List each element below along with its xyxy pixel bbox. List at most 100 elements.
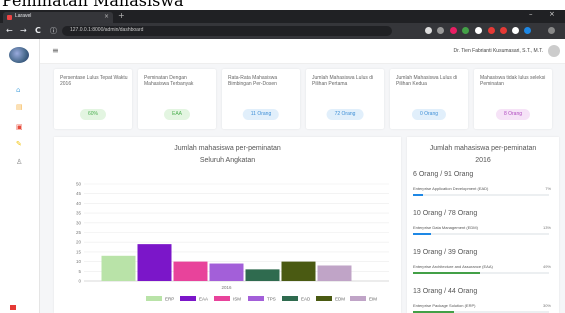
legend-swatch xyxy=(248,296,264,301)
stat-card: Rata-Rata Mahasiswa Bimbingan Per-Dosen 1… xyxy=(222,69,300,129)
stat-card: Persentase Lulus Tepat Waktu 2016 60% xyxy=(54,69,132,129)
profile-icon[interactable] xyxy=(548,27,555,34)
extension-icon[interactable] xyxy=(475,27,482,34)
dashboard-content: Persentase Lulus Tepat Waktu 2016 60% Pemi… xyxy=(40,64,565,313)
stat-value-badge: 8 Orang xyxy=(495,109,531,120)
bar-eaa xyxy=(137,244,172,281)
extension-icon[interactable] xyxy=(524,27,531,34)
user-icon[interactable]: ♙ xyxy=(16,158,22,166)
stat-value-badge: 60% xyxy=(79,109,107,120)
page-caption: Peminatan Mahasiswa xyxy=(0,0,565,10)
y-tick-label: 45 xyxy=(76,191,82,196)
pen-icon[interactable]: ✎ xyxy=(16,140,22,148)
url-text: 127.0.0.1:8000/admin/dashboard xyxy=(70,27,144,33)
stat-card: Peminatan Dengan Mahasiswa Terbanyak EAA xyxy=(138,69,216,129)
progress-count: 6 Orang / 91 Orang xyxy=(413,171,474,178)
book-icon[interactable]: ▣ xyxy=(16,123,23,131)
y-tick-label: 35 xyxy=(76,211,82,216)
extension-icon[interactable] xyxy=(512,27,519,34)
progress-percent: 30% xyxy=(542,303,551,308)
bar-eim xyxy=(317,265,352,281)
progress-bar-fill xyxy=(413,272,480,274)
stat-label: Peminatan Dengan Mahasiswa Terbanyak xyxy=(144,75,194,87)
progress-track xyxy=(413,194,549,196)
tab-title: Laravel xyxy=(15,13,32,19)
bar-ead xyxy=(245,269,280,281)
address-bar: ← → C ⓘ 127.0.0.1:8000/admin/dashboard xyxy=(0,23,565,39)
progress-title-line1: Jumlah mahasiswa per-peminatan xyxy=(429,145,537,152)
laravel-favicon-icon xyxy=(7,15,12,20)
stat-value-badge: 72 Orang xyxy=(326,109,364,120)
legend-label: EDM xyxy=(335,297,345,302)
back-icon[interactable]: ← xyxy=(6,26,13,35)
list-icon[interactable]: ▤ xyxy=(16,103,23,111)
progress-panel: Jumlah mahasiswa per-peminatan 2016 6 Or… xyxy=(407,137,559,313)
url-input[interactable]: 127.0.0.1:8000/admin/dashboard xyxy=(62,26,392,36)
progress-count: 13 Orang / 44 Orang xyxy=(413,288,478,295)
bookmark-star-icon[interactable] xyxy=(437,27,444,34)
progress-track xyxy=(413,233,549,235)
legend-swatch xyxy=(146,296,162,301)
progress-title-line2: 2016 xyxy=(475,157,491,164)
progress-percent: 13% xyxy=(542,225,551,230)
legend-label: TPS xyxy=(267,297,276,302)
stat-label: Jumlah Mahasiswa Lulus di Pilihan Kedua xyxy=(396,75,458,87)
legend-swatch xyxy=(282,296,298,301)
bar-chart: 0 5 10 15 20 25 30 35 40 45 50 2016 ERP EAA ISM TPS EAD E… xyxy=(76,182,389,302)
stat-label: Mahasiswa tidak lulus seleksi Peminatan xyxy=(480,75,546,87)
extension-icon[interactable] xyxy=(450,27,457,34)
stat-label: Persentase Lulus Tepat Waktu 2016 xyxy=(60,75,128,87)
stat-label: Rata-Rata Mahasiswa Bimbingan Per-Dosen xyxy=(228,75,278,87)
y-tick-label: 50 xyxy=(76,182,82,187)
taskbar-app-icon[interactable] xyxy=(10,305,16,310)
extension-icon[interactable] xyxy=(500,27,507,34)
progress-bar-fill xyxy=(413,233,431,235)
extension-icon[interactable] xyxy=(488,27,495,34)
x-tick-label: 2016 xyxy=(221,285,232,290)
y-tick-label: 40 xyxy=(76,201,82,206)
y-tick-label: 15 xyxy=(76,249,82,254)
bar-erp xyxy=(101,255,136,281)
legend-swatch xyxy=(214,296,230,301)
avatar[interactable] xyxy=(548,45,560,57)
stat-value-badge: 11 Orang xyxy=(242,109,280,120)
new-tab-icon[interactable]: + xyxy=(118,11,125,20)
stat-value-badge: EAA xyxy=(163,109,191,120)
legend-label: ISM xyxy=(233,297,241,302)
caption-text: Peminatan Mahasiswa xyxy=(2,0,184,10)
forward-icon[interactable]: → xyxy=(20,26,27,35)
stat-card: Jumlah Mahasiswa Lulus di Pilihan Pertam… xyxy=(306,69,384,129)
progress-label: Enterprise Architecture and Assurance (E… xyxy=(413,264,493,269)
user-name[interactable]: Dr. Tien Fabrianti Kusumasari, S.T., M.T… xyxy=(454,48,543,54)
browser-tab-strip: Laravel × + – × xyxy=(0,10,565,23)
extension-icon[interactable] xyxy=(462,27,469,34)
y-tick-label: 10 xyxy=(76,259,82,264)
y-tick-label: 20 xyxy=(76,240,82,245)
y-tick-label: 0 xyxy=(78,279,81,284)
progress-label: Enterprise Data Management (EDM) xyxy=(413,225,478,230)
translate-icon[interactable] xyxy=(425,27,432,34)
stat-label: Jumlah Mahasiswa Lulus di Pilihan Pertam… xyxy=(312,75,374,87)
site-info-icon[interactable]: ⓘ xyxy=(50,26,57,36)
menu-toggle-icon[interactable]: ≡ xyxy=(52,46,59,55)
progress-count: 10 Orang / 78 Orang xyxy=(413,210,478,217)
progress-percent: 49% xyxy=(542,264,551,269)
browser-tab[interactable]: Laravel × xyxy=(3,12,113,23)
progress-count: 19 Orang / 39 Orang xyxy=(413,249,478,256)
home-icon[interactable]: ⌂ xyxy=(16,86,20,94)
minimize-icon[interactable]: – xyxy=(529,10,533,18)
sidebar: ⌂ ▤ ▣ ✎ ♙ xyxy=(0,39,40,313)
progress-bar-fill xyxy=(413,194,423,196)
tab-close-icon[interactable]: × xyxy=(104,13,109,20)
reload-icon[interactable]: C xyxy=(35,26,41,35)
legend-swatch xyxy=(180,296,196,301)
y-tick-label: 25 xyxy=(76,230,82,235)
progress-percent: 7% xyxy=(545,186,551,191)
legend-label: EAD xyxy=(301,297,311,302)
bar-ism xyxy=(173,261,208,281)
legend-label: EIM xyxy=(369,297,377,302)
chart-panel: Jumlah mahasiswa per-peminatan Seluruh A… xyxy=(54,137,401,313)
window-close-icon[interactable]: × xyxy=(549,10,555,18)
progress-label: Enterprise Package Solution (ERP) xyxy=(413,303,476,308)
bar-edm xyxy=(281,261,316,281)
